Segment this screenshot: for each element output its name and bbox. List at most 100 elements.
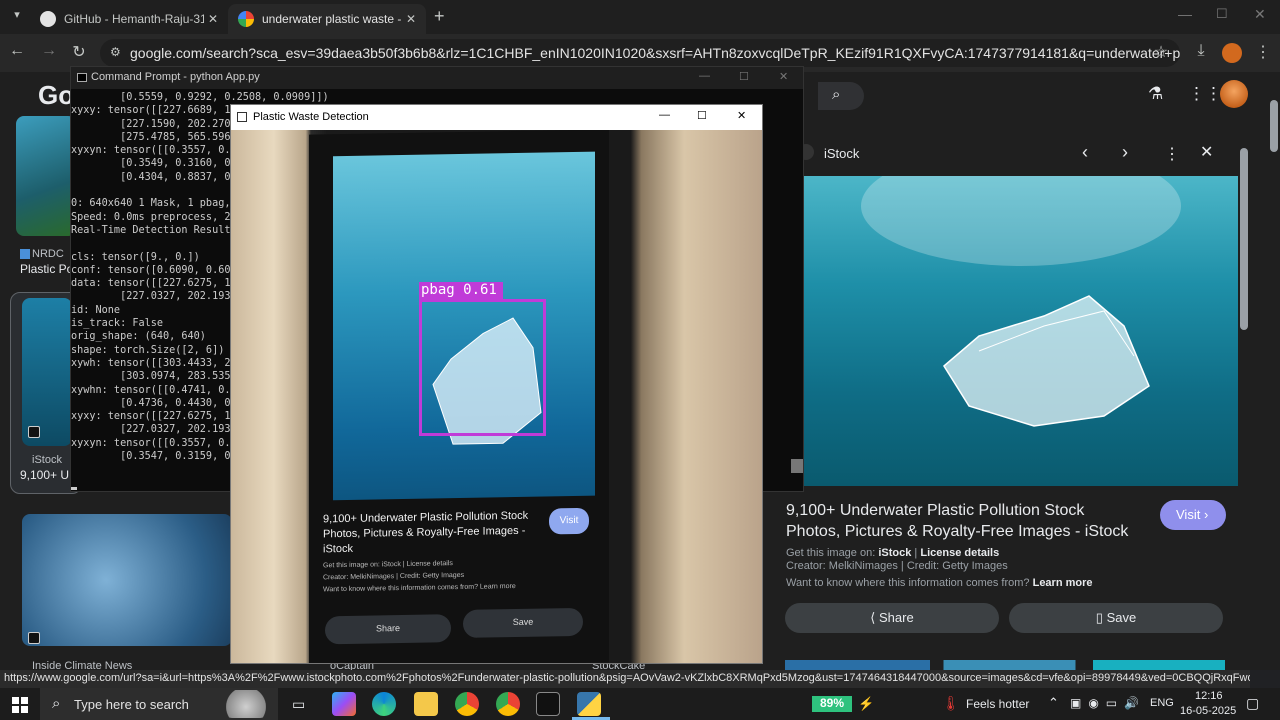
plastic-waste-detection-window[interactable]: Plastic Waste Detection — ☐ ✕ 9,100+ Und…	[230, 104, 763, 664]
profile-avatar[interactable]	[1222, 43, 1242, 63]
clock-date[interactable]: 16-05-2025	[1180, 705, 1236, 717]
app-icon	[237, 112, 247, 122]
share-label: Share	[878, 610, 914, 625]
weather-text[interactable]: Feels hotter	[966, 697, 1029, 711]
minimize-icon[interactable]: —	[659, 109, 670, 121]
download-icon[interactable]: ⤓	[1190, 42, 1212, 60]
chrome-icon[interactable]	[455, 692, 479, 716]
maximize-icon[interactable]: ☐	[1216, 6, 1228, 22]
browser-tab-bar: ▾ GitHub - Hemanth-Raju-311/U ✕ underwat…	[0, 0, 1280, 34]
panel-scrollbar[interactable]	[1240, 148, 1248, 330]
cmd-titlebar[interactable]: Command Prompt - python App.py — ☐ ✕	[71, 67, 803, 89]
reload-icon[interactable]: ↻	[68, 42, 90, 62]
more-options-icon[interactable]: ⋮	[1164, 144, 1180, 164]
url-text: google.com/search?sca_esv=39daea3b50f3b6…	[130, 45, 1180, 61]
tray-expand-icon[interactable]: ⌃	[1048, 695, 1059, 711]
learn-more-link[interactable]: Learn more	[1033, 577, 1093, 589]
chevron-right-icon: ›	[1200, 507, 1209, 522]
back-icon[interactable]: ←	[6, 42, 28, 60]
bookmark-star-icon[interactable]: ☆	[1150, 42, 1172, 62]
result-thumbnail[interactable]	[22, 298, 72, 446]
site-info-icon[interactable]: ⚙	[110, 45, 121, 59]
page-scrollbar[interactable]	[1270, 100, 1278, 152]
related-thumbnails-strip[interactable]	[785, 660, 1225, 670]
tray-icons[interactable]: ▣◉▭🔊	[1070, 696, 1146, 710]
result-title[interactable]: 9,100+ U	[20, 468, 69, 482]
terminal-icon[interactable]	[536, 692, 560, 716]
google-icon	[238, 11, 254, 27]
file-explorer-icon[interactable]	[414, 692, 438, 716]
panel-title[interactable]: 9,100+ Underwater Plastic Pollution Stoc…	[786, 500, 1136, 542]
plastic-bag-illustration	[861, 176, 1181, 427]
result-thumbnail[interactable]	[16, 116, 76, 236]
detection-box	[419, 299, 546, 436]
preview-image[interactable]	[804, 176, 1238, 486]
save-button[interactable]: ▯ Save	[1009, 603, 1223, 633]
more-menu-icon[interactable]: ⋮	[1252, 42, 1274, 62]
image-preview-panel: iStock ‹ › ⋮ ✕ 9,100+ Underwater Plastic…	[772, 132, 1252, 670]
taskbar-search[interactable]: ⌕ Type here to search	[40, 688, 278, 720]
cursor	[71, 487, 77, 490]
github-icon	[40, 11, 56, 27]
close-icon[interactable]: ✕	[779, 70, 788, 83]
phone-learn: Want to know where this information come…	[323, 583, 516, 594]
phone-get: Get this image on: iStock | License deta…	[323, 560, 453, 570]
panel-source[interactable]: iStock	[824, 146, 859, 161]
detector-titlebar[interactable]: Plastic Waste Detection — ☐ ✕	[231, 105, 762, 130]
labs-icon[interactable]: ⚗	[1148, 84, 1163, 104]
search-placeholder: Type here to search	[74, 697, 189, 712]
tab-google-search[interactable]: underwater plastic waste - Goo ✕	[228, 4, 426, 34]
share-button[interactable]: ⟨ Share	[785, 603, 999, 633]
minimize-icon[interactable]: —	[699, 70, 710, 82]
copilot-icon[interactable]	[332, 692, 356, 716]
cmd-scrollbar[interactable]	[791, 459, 803, 473]
close-icon[interactable]: ✕	[208, 12, 218, 26]
edge-icon[interactable]	[372, 692, 396, 716]
search-button[interactable]: ⌕	[818, 82, 864, 110]
get-image-site-link[interactable]: iStock	[878, 547, 911, 559]
close-window-icon[interactable]: ✕	[1254, 6, 1266, 23]
tab-search-menu-icon[interactable]: ▾	[8, 8, 26, 26]
new-tab-icon[interactable]: +	[434, 6, 445, 27]
forward-icon[interactable]: →	[38, 42, 60, 60]
language-indicator[interactable]: ENG	[1150, 697, 1174, 709]
python-icon[interactable]	[577, 692, 601, 716]
nrdc-icon	[20, 249, 30, 259]
task-view-icon[interactable]: ▭	[292, 696, 305, 713]
google-logo[interactable]: Go	[38, 80, 74, 111]
share-icon: ⟨	[870, 610, 879, 625]
result-thumbnail[interactable]	[22, 514, 232, 646]
result-title[interactable]: Plastic Po	[20, 262, 73, 276]
image-icon	[28, 426, 40, 438]
minimize-icon[interactable]: —	[1178, 6, 1192, 22]
clock-time[interactable]: 12:16	[1195, 690, 1223, 702]
account-avatar[interactable]	[1220, 80, 1248, 108]
close-icon[interactable]: ✕	[406, 12, 416, 26]
link-status-bar: https://www.google.com/url?sa=i&url=http…	[0, 670, 1250, 688]
bookmark-icon: ▯	[1095, 610, 1107, 625]
console-line: [0.5559, 0.9292, 0.2508, 0.0909]])	[71, 92, 329, 103]
maximize-icon[interactable]: ☐	[697, 109, 707, 122]
result-source: NRDC	[32, 248, 64, 260]
close-icon[interactable]: ✕	[1200, 142, 1213, 162]
license-details-link[interactable]: License details	[920, 547, 999, 559]
tab-label: GitHub - Hemanth-Raju-311/U	[64, 12, 204, 26]
chrome-icon-2[interactable]	[496, 692, 520, 716]
thermometer-icon: 🌡	[942, 695, 960, 711]
tab-github[interactable]: GitHub - Hemanth-Raju-311/U ✕	[30, 4, 228, 34]
save-label: Save	[1106, 610, 1137, 625]
webcam-feed: 9,100+ Underwater Plastic Pollution Stoc…	[231, 130, 762, 663]
windows-start-icon[interactable]	[12, 697, 28, 713]
notification-icon[interactable]: ▢	[1246, 695, 1259, 712]
close-icon[interactable]: ✕	[737, 109, 746, 122]
visit-button[interactable]: Visit ›	[1160, 500, 1226, 530]
phone-save: Save	[463, 607, 583, 638]
detector-title: Plastic Waste Detection	[253, 111, 369, 123]
url-input[interactable]: ⚙ google.com/search?sca_esv=39daea3b50f3…	[100, 39, 1180, 67]
previous-icon[interactable]: ‹	[1082, 142, 1088, 163]
battery-badge[interactable]: 89%	[812, 696, 852, 712]
learn-prefix: Want to know where this information come…	[786, 577, 1030, 589]
maximize-icon[interactable]: ☐	[739, 70, 749, 83]
creator-line: Creator: MelkiNimages | Credit: Getty Im…	[786, 560, 1008, 572]
next-icon[interactable]: ›	[1122, 142, 1128, 163]
